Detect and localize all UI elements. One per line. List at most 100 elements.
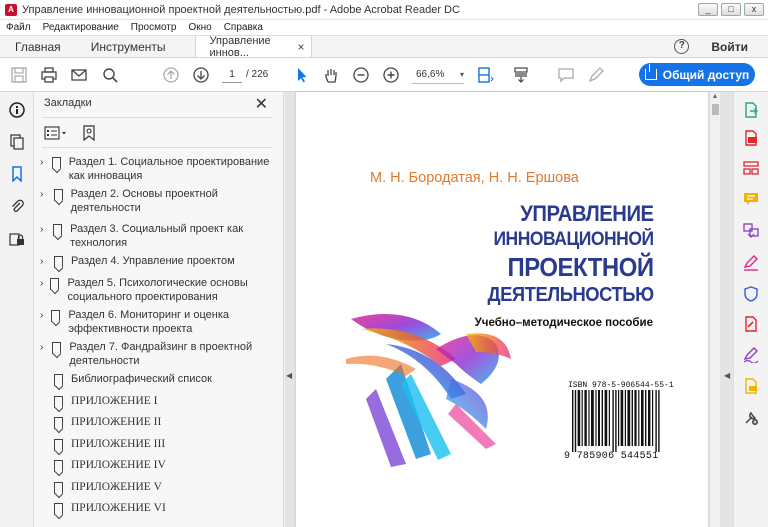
menu-window[interactable]: Окно	[188, 22, 211, 33]
save-icon[interactable]	[10, 66, 28, 84]
bookmark-options-icon[interactable]	[44, 126, 68, 143]
previous-page-icon[interactable]	[162, 66, 180, 84]
chevron-right-icon[interactable]: ›	[40, 277, 46, 291]
window-controls: _ □ x	[698, 3, 764, 16]
comment-icon[interactable]	[557, 66, 575, 84]
edit-pdf-icon[interactable]	[743, 316, 759, 332]
next-page-icon[interactable]	[192, 66, 210, 84]
bookmark-icon	[51, 310, 61, 322]
more-tools-icon[interactable]	[743, 410, 759, 426]
tab-tools[interactable]: Инструменты	[76, 36, 181, 57]
bookmark-item[interactable]: › Раздел 7. Фандрайзинг в проектной деяте…	[40, 341, 282, 368]
attachments-icon[interactable]	[9, 198, 25, 214]
protect-icon[interactable]	[743, 286, 759, 302]
export-pdf-icon[interactable]	[743, 102, 759, 118]
search-icon[interactable]	[101, 66, 119, 84]
right-tools-rail	[733, 92, 768, 527]
bookmark-item[interactable]: ПРИЛОЖЕНИЕ I	[40, 395, 282, 409]
bookmark-item[interactable]: ПРИЛОЖЕНИЕ IV	[40, 459, 282, 473]
cover-title-line: ИННОВАЦИОННОЙ	[493, 229, 655, 250]
page-number-input[interactable]	[222, 67, 242, 83]
bookmark-item[interactable]: ПРИЛОЖЕНИЕ V	[40, 481, 282, 495]
menu-file[interactable]: Файл	[6, 22, 31, 33]
menu-edit[interactable]: Редактирование	[43, 22, 119, 33]
barcode-number: 9 785906 544551	[564, 451, 659, 462]
email-icon[interactable]	[70, 66, 88, 84]
chevron-right-icon[interactable]: ›	[40, 223, 49, 237]
bookmark-item[interactable]: ПРИЛОЖЕНИЕ III	[40, 438, 282, 452]
bookmark-item[interactable]: ПРИЛОЖЕНИЕ VI	[40, 502, 282, 516]
cover-title-line: ПРОЕКТНОЙ	[507, 252, 655, 282]
organize-pages-icon[interactable]	[743, 160, 759, 176]
close-panel-icon[interactable]: ✕	[255, 94, 268, 114]
bookmark-item[interactable]: Библиографический список	[40, 373, 282, 387]
zoom-in-icon[interactable]	[382, 66, 400, 84]
print-icon[interactable]	[40, 66, 58, 84]
send-for-comments-icon[interactable]	[743, 378, 759, 394]
bookmark-item[interactable]: › Раздел 3. Социальный проект как техноло…	[40, 223, 282, 250]
collapse-right-panel-icon[interactable]: ◀	[724, 371, 730, 380]
tab-home[interactable]: Главная	[0, 36, 76, 57]
scroll-mode-icon[interactable]	[512, 66, 530, 84]
bookmark-icon	[51, 157, 61, 169]
bookmark-item[interactable]: › Раздел 2. Основы проектной деятельности	[40, 188, 282, 215]
fill-sign-icon[interactable]	[743, 255, 759, 271]
send-for-signature-icon[interactable]	[743, 347, 759, 364]
bookmark-label: Раздел 5. Психологические основы социаль…	[67, 277, 248, 303]
info-icon[interactable]	[9, 102, 25, 118]
maximize-button[interactable]: □	[721, 3, 741, 16]
chevron-down-icon: ▾	[459, 70, 464, 79]
bookmark-icon	[54, 503, 63, 515]
bookmark-item[interactable]: › Раздел 1. Социальное проектирование как…	[40, 156, 282, 183]
bookmark-label: Раздел 7. Фандрайзинг в проектной деятел…	[69, 341, 253, 367]
bookmark-label: Раздел 3. Социальный проект как технолог…	[70, 223, 244, 249]
chevron-right-icon[interactable]: ›	[40, 309, 47, 323]
chevron-right-icon[interactable]: ›	[40, 188, 50, 202]
help-icon[interactable]: ?	[674, 39, 690, 54]
document-view[interactable]: М. Н. Бородатая, Н. Н. Ершова УПРАВЛЕНИЕ…	[285, 92, 733, 527]
share-button-label: Общий доступ	[662, 67, 750, 82]
bookmark-icon	[52, 342, 62, 354]
bookmark-item[interactable]: › Раздел 4. Управление проектом	[40, 255, 282, 269]
bookmarks-icon[interactable]	[9, 166, 25, 183]
bookmark-label: Раздел 1. Социальное проектирование как …	[68, 156, 270, 182]
scroll-up-icon[interactable]: ▲	[710, 93, 720, 100]
chevron-right-icon[interactable]: ›	[40, 255, 50, 269]
pdf-page: М. Н. Бородатая, Н. Н. Ершова УПРАВЛЕНИЕ…	[296, 92, 708, 527]
menu-view[interactable]: Просмотр	[131, 22, 177, 33]
bookmark-label: Раздел 4. Управление проектом	[71, 255, 235, 267]
scrollbar-thumb[interactable]	[712, 104, 719, 115]
chevron-right-icon[interactable]: ›	[40, 156, 48, 170]
bookmark-label: ПРИЛОЖЕНИЕ IV	[71, 459, 166, 471]
close-window-button[interactable]: x	[744, 3, 764, 16]
hand-tool-icon[interactable]	[322, 66, 340, 84]
bookmark-label: Раздел 6. Мониторинг и оценка эффективно…	[68, 309, 229, 335]
zoom-out-icon[interactable]	[352, 66, 370, 84]
bookmark-item[interactable]: › Раздел 6. Мониторинг и оценка эффективн…	[40, 309, 282, 336]
minimize-button[interactable]: _	[698, 3, 718, 16]
add-bookmark-icon[interactable]	[82, 125, 96, 144]
comment-tool-icon[interactable]	[743, 191, 759, 207]
document-security-icon[interactable]	[9, 230, 25, 246]
bookmark-item[interactable]: › Раздел 5. Психологические основы социал…	[40, 277, 282, 304]
login-button[interactable]: Войти	[711, 40, 748, 54]
share-button[interactable]: Общий доступ	[639, 63, 755, 86]
vertical-scrollbar[interactable]: ▲	[709, 92, 720, 527]
create-pdf-icon[interactable]	[743, 130, 759, 146]
chevron-right-icon[interactable]: ›	[40, 341, 48, 355]
tab-document[interactable]: Управление иннов... ×	[194, 35, 312, 59]
cover-authors: М. Н. Бородатая, Н. Н. Ершова	[370, 170, 579, 186]
close-tab-icon[interactable]: ×	[298, 40, 305, 54]
combine-files-icon[interactable]	[743, 222, 759, 238]
select-tool-icon[interactable]	[293, 66, 311, 84]
menu-help[interactable]: Справка	[224, 22, 263, 33]
bookmark-item[interactable]: ПРИЛОЖЕНИЕ II	[40, 416, 282, 430]
page-fit-icon[interactable]	[476, 66, 494, 84]
collapse-left-panel-icon[interactable]: ◀	[286, 371, 292, 380]
pen-icon[interactable]	[587, 66, 605, 84]
bookmark-icon	[54, 417, 63, 429]
page-total: / 226	[246, 69, 269, 80]
bookmarks-toolbar	[44, 125, 96, 144]
zoom-level-select[interactable]: 66,6% ▾	[412, 66, 464, 84]
page-thumbnails-icon[interactable]	[9, 134, 25, 150]
